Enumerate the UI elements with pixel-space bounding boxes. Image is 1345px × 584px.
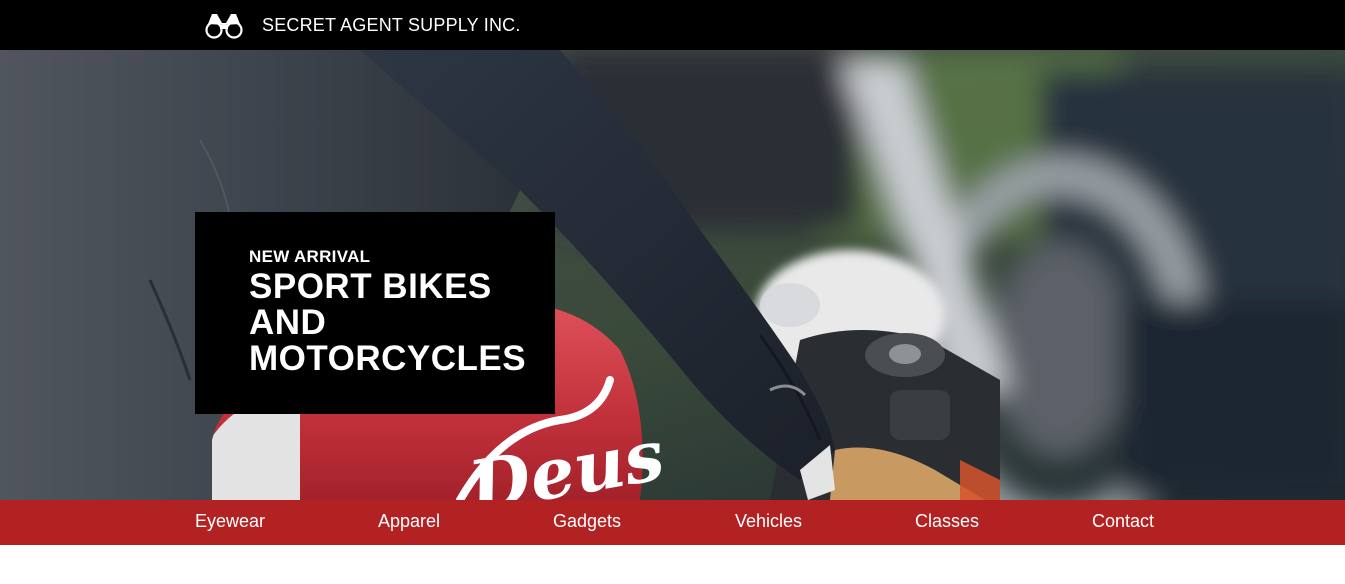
brand-name: SECRET AGENT SUPPLY INC. xyxy=(262,14,521,35)
hero-banner: Deus NEW ARRIVAL SPORT BIKES AND MOTORCY… xyxy=(0,50,1345,500)
brand-link[interactable]: SECRET AGENT SUPPLY INC. xyxy=(203,9,521,41)
promo-kicker: NEW ARRIVAL xyxy=(249,247,371,266)
nav-item-vehicles[interactable]: Vehicles xyxy=(735,500,802,545)
nav-item-apparel[interactable]: Apparel xyxy=(378,500,440,545)
nav-item-contact[interactable]: Contact xyxy=(1092,500,1154,545)
binoculars-icon xyxy=(205,14,243,39)
nav-item-gadgets[interactable]: Gadgets xyxy=(553,500,621,545)
top-header: SECRET AGENT SUPPLY INC. xyxy=(0,0,1345,50)
nav-item-classes[interactable]: Classes xyxy=(915,500,979,545)
nav-item-eyewear[interactable]: Eyewear xyxy=(195,500,265,545)
promo-box: NEW ARRIVAL SPORT BIKES AND MOTORCYCLES xyxy=(195,212,555,414)
promo-title[interactable]: SPORT BIKES AND MOTORCYCLES xyxy=(249,269,535,377)
page: SECRET AGENT SUPPLY INC. Deus NEW ARRIVA… xyxy=(0,0,1345,584)
main-nav: Eyewear Apparel Gadgets Vehicles Classes… xyxy=(0,500,1345,545)
